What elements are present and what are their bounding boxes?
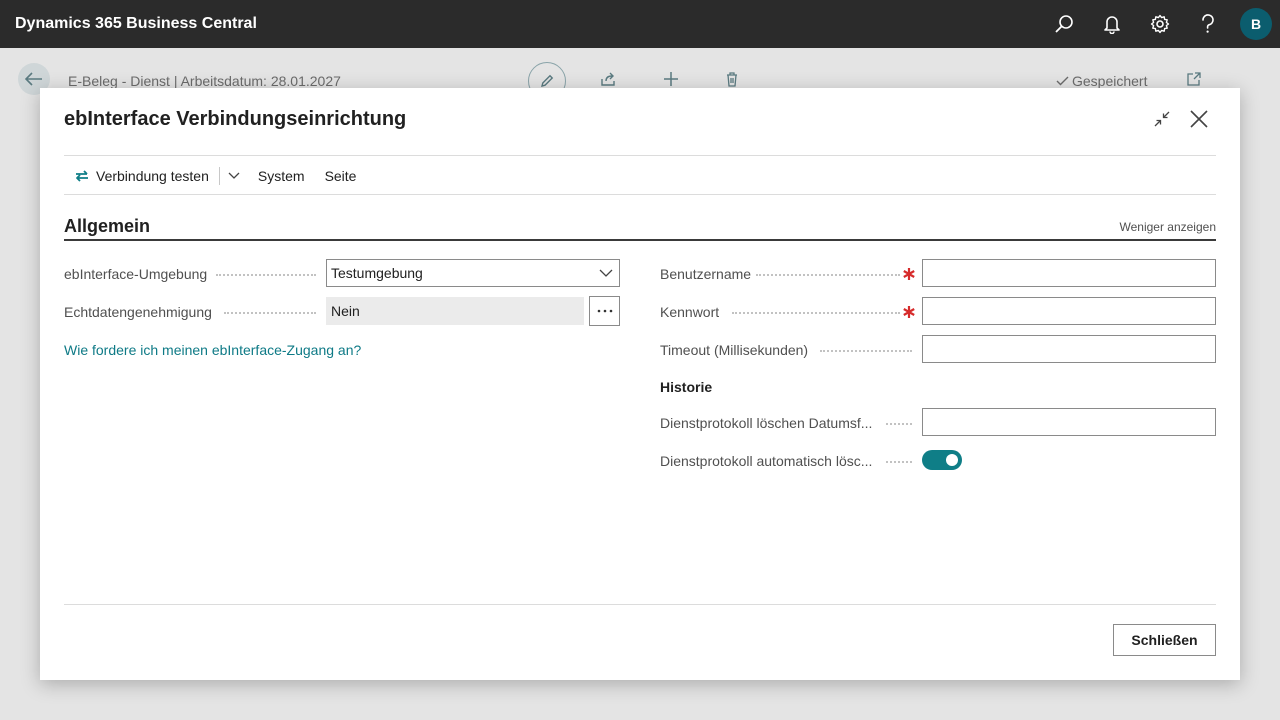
help-icon[interactable] <box>1184 0 1232 48</box>
username-input[interactable] <box>922 259 1216 287</box>
avatar[interactable]: B <box>1240 8 1272 40</box>
collapse-icon[interactable] <box>1152 109 1172 129</box>
open-new-window-icon <box>1185 70 1203 88</box>
test-connection-label: Verbindung testen <box>96 168 209 184</box>
username-label: Benutzername <box>660 266 752 282</box>
sync-arrows-icon <box>76 170 88 182</box>
page-menu-button[interactable]: Seite <box>315 162 367 190</box>
assist-edit-button[interactable] <box>589 296 620 326</box>
show-less-link[interactable]: Weniger anzeigen <box>1119 220 1216 234</box>
auto-delete-toggle[interactable] <box>922 450 962 470</box>
section-title[interactable]: Allgemein <box>64 216 150 237</box>
leader-dots <box>820 350 912 352</box>
top-bar: Dynamics 365 Business Central B <box>0 0 1280 48</box>
chevron-down-icon <box>599 269 613 277</box>
timeout-input[interactable] <box>922 335 1216 363</box>
ellipsis-icon <box>597 309 612 313</box>
password-label: Kennwort <box>660 304 720 320</box>
delete-date-input[interactable] <box>922 408 1216 436</box>
action-separator <box>218 167 220 185</box>
search-icon[interactable] <box>1040 0 1088 48</box>
system-label: System <box>257 168 305 184</box>
access-help-link[interactable]: Wie fordere ich meinen ebInterface-Zugan… <box>64 342 361 358</box>
leader-dots <box>886 461 912 463</box>
background-page-title: E-Beleg - Dienst | Arbeitsdatum: 28.01.2… <box>68 73 341 89</box>
environment-dropdown[interactable]: Testumgebung <box>326 259 620 287</box>
share-icon <box>599 70 617 88</box>
saved-label: Gespeichert <box>1072 73 1148 89</box>
bell-icon[interactable] <box>1088 0 1136 48</box>
required-asterisk-icon <box>902 267 916 281</box>
gear-icon[interactable] <box>1136 0 1184 48</box>
leader-dots <box>732 312 900 314</box>
close-icon[interactable] <box>1187 107 1211 131</box>
test-connection-button[interactable]: Verbindung testen <box>64 162 219 190</box>
divider <box>64 604 1216 605</box>
leader-dots <box>216 274 316 276</box>
password-input[interactable] <box>922 297 1216 325</box>
auto-delete-label: Dienstprotokoll automatisch lösc... <box>660 453 873 469</box>
system-menu-button[interactable]: System <box>248 162 315 190</box>
history-subheading: Historie <box>660 379 713 395</box>
section-underline <box>64 239 1216 241</box>
approval-value: Nein <box>331 303 360 319</box>
page-label: Seite <box>324 168 357 184</box>
timeout-label: Timeout (Millisekunden) <box>660 342 809 358</box>
connection-setup-dialog: ebInterface Verbindungseinrichtung Verbi… <box>40 88 1240 680</box>
plus-icon <box>662 70 680 88</box>
divider <box>64 194 1216 195</box>
leader-dots <box>756 274 900 276</box>
environment-value: Testumgebung <box>331 265 423 281</box>
app-title[interactable]: Dynamics 365 Business Central <box>15 15 257 33</box>
approval-label: Echtdatengenehmigung <box>64 304 212 320</box>
trash-icon <box>723 70 741 88</box>
top-bar-icons: B <box>1040 0 1280 48</box>
dialog-title: ebInterface Verbindungseinrichtung <box>64 108 407 130</box>
leader-dots <box>224 312 316 314</box>
close-button[interactable]: Schließen <box>1113 624 1216 656</box>
saved-status: Gespeichert <box>1056 73 1147 89</box>
environment-label: ebInterface-Umgebung <box>64 266 208 282</box>
delete-date-label: Dienstprotokoll löschen Datumsf... <box>660 415 873 431</box>
chevron-down-icon[interactable] <box>224 162 248 190</box>
action-bar: Verbindung testen System Seite <box>64 156 366 196</box>
leader-dots <box>886 423 912 425</box>
toggle-knob <box>946 454 958 466</box>
required-asterisk-icon <box>902 305 916 319</box>
approval-field: Nein <box>326 297 584 325</box>
